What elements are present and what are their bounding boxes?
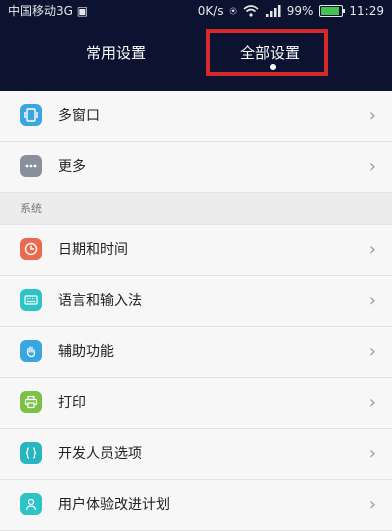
clock-icon <box>20 238 42 260</box>
list-item-language-input[interactable]: 语言和输入法 › <box>0 276 392 327</box>
list-item-label: 多窗口 <box>58 108 100 124</box>
list-item-user-experience[interactable]: 用户体验改进计划 › <box>0 480 392 531</box>
section-header-system: 系统 <box>0 193 392 225</box>
tab-bar: 常用设置 全部设置 <box>0 22 392 91</box>
tab-common-settings[interactable]: 常用设置 <box>56 22 176 82</box>
chevron-right-icon: › <box>368 392 376 413</box>
multi-window-icon <box>20 104 42 126</box>
chevron-right-icon: › <box>368 443 376 464</box>
list-item-date-time[interactable]: 日期和时间 › <box>0 225 392 276</box>
list-item-multi-window[interactable]: 多窗口 › <box>0 91 392 142</box>
battery-icon <box>319 5 346 17</box>
vibrate-icon: ⍟ <box>229 4 237 18</box>
list-item-label: 开发人员选项 <box>58 446 142 462</box>
list-item-more[interactable]: 更多 › <box>0 142 392 193</box>
settings-list: 多窗口 › 更多 › 系统 日期和时间 › 语言和输入法 › 辅助功能 › 打印 <box>0 91 392 531</box>
status-bar: 中国移动3G ▣ 0K/s ⍟ 99% 11:29 <box>0 0 392 22</box>
chevron-right-icon: › <box>368 341 376 362</box>
user-icon <box>20 493 42 515</box>
list-item-label: 日期和时间 <box>58 242 128 258</box>
network-speed: 0K/s <box>197 4 224 18</box>
list-item-developer-options[interactable]: 开发人员选项 › <box>0 429 392 480</box>
chevron-right-icon: › <box>368 239 376 260</box>
chevron-right-icon: › <box>368 105 376 126</box>
image-notification-icon: ▣ <box>76 4 89 18</box>
highlight-annotation-box <box>206 29 328 76</box>
printer-icon <box>20 391 42 413</box>
list-item-print[interactable]: 打印 › <box>0 378 392 429</box>
chevron-right-icon: › <box>368 156 376 177</box>
list-item-label: 辅助功能 <box>58 344 114 360</box>
list-item-label: 语言和输入法 <box>58 293 142 309</box>
chevron-right-icon: › <box>368 494 376 515</box>
keyboard-icon <box>20 289 42 311</box>
wifi-icon <box>243 5 259 17</box>
status-indicators: 0K/s ⍟ 99% 11:29 <box>198 0 384 22</box>
chevron-right-icon: › <box>368 290 376 311</box>
clock-time: 11:29 <box>349 4 384 18</box>
battery-percent: 99% <box>286 4 314 18</box>
signal-icon <box>265 5 281 17</box>
list-item-label: 更多 <box>58 159 86 175</box>
list-item-label: 打印 <box>58 395 86 411</box>
header: 中国移动3G ▣ 0K/s ⍟ 99% 11:29 常用设置 全部设置 <box>0 0 392 91</box>
carrier-label: 中国移动3G <box>8 4 73 18</box>
list-item-accessibility[interactable]: 辅助功能 › <box>0 327 392 378</box>
hand-icon <box>20 340 42 362</box>
list-item-label: 用户体验改进计划 <box>58 497 170 513</box>
code-braces-icon <box>20 442 42 464</box>
more-icon <box>20 155 42 177</box>
carrier-area: 中国移动3G ▣ <box>8 0 88 22</box>
